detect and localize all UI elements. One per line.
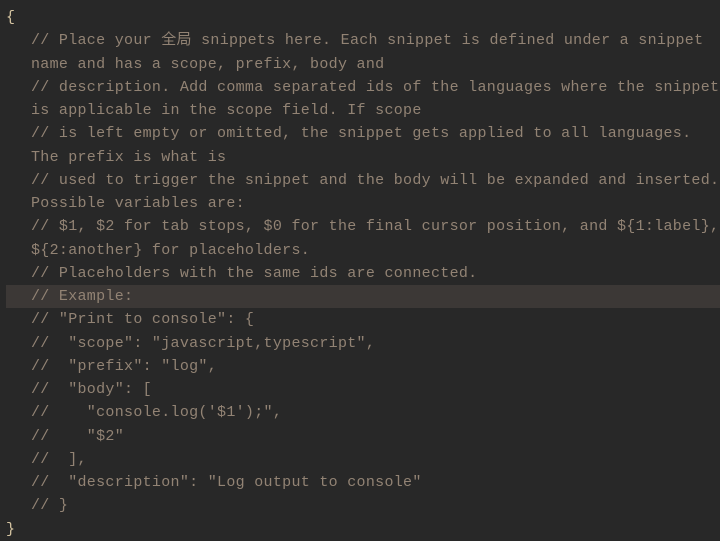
code-line: // ],	[6, 448, 720, 471]
code-line: // }	[6, 494, 720, 517]
code-line: // Placeholders with the same ids are co…	[6, 262, 720, 285]
code-line: // "prefix": "log",	[6, 355, 720, 378]
code-line: // "Print to console": {	[6, 308, 720, 331]
code-line: // "body": [	[6, 378, 720, 401]
code-line: // is left empty or omitted, the snippet…	[6, 122, 720, 169]
code-line: // used to trigger the snippet and the b…	[6, 169, 720, 216]
code-line: // "$2"	[6, 425, 720, 448]
code-line: // description. Add comma separated ids …	[6, 76, 720, 123]
code-line: // "description": "Log output to console…	[6, 471, 720, 494]
code-line: // Example:	[6, 285, 720, 308]
code-editor[interactable]: { // Place your 全局 snippets here. Each s…	[6, 6, 720, 523]
code-line: // Place your 全局 snippets here. Each sni…	[6, 29, 720, 76]
close-brace: }	[6, 518, 720, 541]
code-line: // "scope": "javascript,typescript",	[6, 332, 720, 355]
code-line: // $1, $2 for tab stops, $0 for the fina…	[6, 215, 720, 262]
open-brace: {	[6, 6, 720, 29]
code-line: // "console.log('$1');",	[6, 401, 720, 424]
